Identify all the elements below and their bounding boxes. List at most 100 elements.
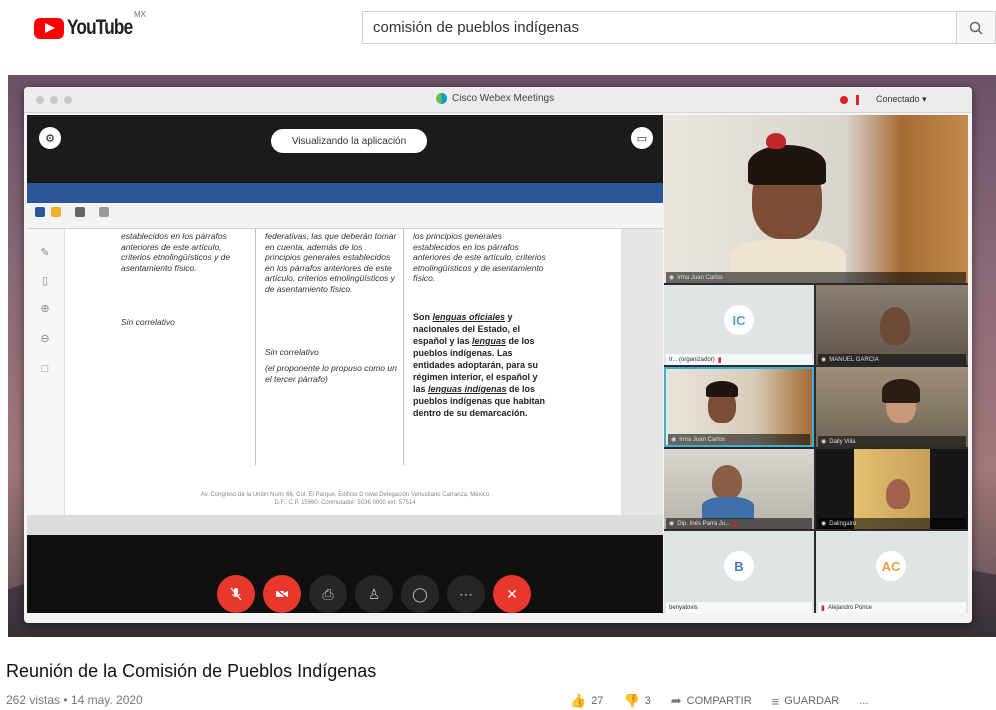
search-button[interactable]	[956, 11, 996, 44]
word-tool-icon[interactable]	[35, 207, 45, 217]
participant-name: Daily Vilia	[829, 438, 856, 445]
column-2-top: federativas, las que deberán tomar en cu…	[265, 231, 397, 294]
avatar: AC	[876, 551, 906, 581]
youtube-header: YouTube MX comisión de pueblos indígenas	[0, 0, 996, 58]
window-controls	[36, 96, 72, 104]
muted-mic-icon: ▮	[717, 356, 722, 364]
webex-logo-icon	[436, 93, 447, 104]
close-dot[interactable]	[36, 96, 44, 104]
dislike-button[interactable]: 👎 3	[623, 693, 650, 709]
participant-tile[interactable]: ◉ Dip. Inés Parra Ju... ▮	[664, 449, 814, 529]
participant-clothes	[702, 497, 754, 519]
recording-icon	[840, 96, 848, 104]
microphone-off-icon	[230, 587, 242, 601]
trash-icon[interactable]: ▯	[37, 273, 53, 289]
dislike-count: 3	[644, 695, 651, 707]
active-speaker-video[interactable]: ◉ Irma Juan Carlos	[664, 115, 968, 283]
speaker-hair	[748, 145, 826, 185]
mute-button[interactable]	[217, 575, 255, 613]
meeting-controls: ⎙ ♙ ◯ ⋯ ✕	[27, 535, 663, 613]
fit-icon[interactable]: □	[37, 361, 53, 377]
participant-name: Dip. Inés Parra Ju...	[677, 520, 731, 527]
column-3-top: los principios generales establecidos en…	[413, 231, 546, 283]
layout-icon[interactable]: ▭	[631, 127, 653, 149]
camera-off-icon	[275, 588, 289, 600]
participant-label: Ir... (organizador) ▮	[666, 354, 812, 365]
settings-icon[interactable]: ⚙	[39, 127, 61, 149]
more-icon: ⋯	[459, 585, 473, 602]
column-1-top: establecidos en los párrafos anteriores …	[121, 231, 231, 273]
person-icon: ♙	[367, 585, 381, 602]
youtube-play-icon	[34, 17, 64, 39]
participant-tile[interactable]: ◉ Dalingairo	[816, 449, 968, 529]
connection-status[interactable]: Conectado ▾	[876, 94, 927, 105]
region-code: MX	[134, 10, 146, 19]
column-3-bold-paragraph: Son lenguas oficiales y nacionales del E…	[413, 311, 551, 419]
muted-mic-icon: ▮	[733, 520, 738, 528]
share-button[interactable]: ⎙	[309, 575, 347, 613]
close-icon: ✕	[506, 585, 518, 602]
leave-meeting-button[interactable]: ✕	[493, 575, 531, 613]
audio-icon: ◉	[821, 357, 827, 363]
search-input[interactable]: comisión de pueblos indígenas	[362, 11, 956, 44]
participant-tile[interactable]: AC ▮ Alejandro Ponce	[816, 531, 968, 613]
video-player[interactable]: Cisco Webex Meetings Conectado ▾ ⚙ Visua…	[8, 75, 996, 637]
participant-label: benyatovis	[666, 602, 812, 613]
word-document-window: ✎ ▯ ⊕ ⊖ □ establecidos en los párrafos a…	[27, 183, 663, 535]
muted-mic-icon: ▮	[821, 604, 825, 612]
word-tool-icon[interactable]	[51, 207, 61, 217]
participant-name: Irma Juan Carlos	[679, 436, 725, 443]
share-label: COMPARTIR	[686, 695, 752, 707]
minimize-dot[interactable]	[50, 96, 58, 104]
participant-name: MANUEL GARCIA	[829, 356, 879, 363]
save-video-button[interactable]: ≡ GUARDAR	[772, 694, 840, 709]
search-icon	[969, 21, 983, 35]
column-2-middle-a: Sin correlativo	[265, 347, 319, 357]
participant-face	[712, 465, 742, 499]
participant-name: benyatovis	[669, 604, 698, 611]
zoom-out-icon[interactable]: ⊖	[37, 331, 53, 347]
underlined-run: lenguas indígenas	[428, 384, 507, 394]
recording-bar-icon	[856, 95, 859, 105]
annotation-sidebar: ✎ ▯ ⊕ ⊖ □	[27, 229, 65, 515]
participant-tile[interactable]: ◉ Daily Vilia	[816, 367, 968, 447]
webex-title: Cisco Webex Meetings	[436, 93, 554, 104]
participant-label: ◉ Dip. Inés Parra Ju... ▮	[666, 518, 812, 529]
avatar: IC	[724, 305, 754, 335]
participants-button[interactable]: ♙	[355, 575, 393, 613]
participant-hair	[882, 379, 920, 403]
more-actions-button[interactable]: ...	[859, 695, 868, 707]
share-screen-icon: ⎙	[322, 585, 334, 602]
participant-tile[interactable]: ◉ MANUEL GARCIA	[816, 285, 968, 365]
participant-hair	[706, 381, 738, 397]
youtube-logo[interactable]: YouTube	[34, 16, 147, 40]
speaker-name-label: ◉ Irma Juan Carlos	[666, 272, 966, 283]
participant-name: Dalingairo	[829, 520, 857, 527]
participant-label: ◉ Irma Juan Carlos	[668, 434, 810, 445]
word-tool-icon[interactable]	[99, 207, 109, 217]
chat-button[interactable]: ◯	[401, 575, 439, 613]
word-tool-icon[interactable]	[75, 207, 85, 217]
viewing-application-pill[interactable]: Visualizando la aplicación	[271, 129, 427, 153]
more-icon: ...	[859, 695, 869, 707]
participant-tile[interactable]: IC Ir... (organizador) ▮	[664, 285, 814, 365]
maximize-dot[interactable]	[64, 96, 72, 104]
zoom-in-icon[interactable]: ⊕	[37, 301, 53, 317]
column-divider	[255, 229, 256, 465]
pointer-icon[interactable]: ✎	[37, 245, 53, 261]
audio-icon: ◉	[821, 439, 827, 445]
participant-face	[886, 479, 910, 509]
like-button[interactable]: 👍 27	[570, 693, 603, 709]
more-options-button[interactable]: ⋯	[447, 575, 485, 613]
participant-tile-selected[interactable]: ◉ Irma Juan Carlos	[664, 367, 814, 447]
share-video-button[interactable]: ➦ COMPARTIR	[671, 693, 752, 709]
underlined-run: lenguas	[472, 336, 507, 346]
column-divider	[403, 229, 404, 465]
word-status-bar	[27, 515, 663, 535]
video-off-button[interactable]	[263, 575, 301, 613]
word-title-ribbon	[27, 183, 663, 203]
playlist-add-icon: ≡	[771, 693, 780, 709]
audio-icon: ◉	[669, 521, 675, 527]
webex-window: Cisco Webex Meetings Conectado ▾ ⚙ Visua…	[24, 87, 972, 623]
participant-tile[interactable]: B benyatovis	[664, 531, 814, 613]
